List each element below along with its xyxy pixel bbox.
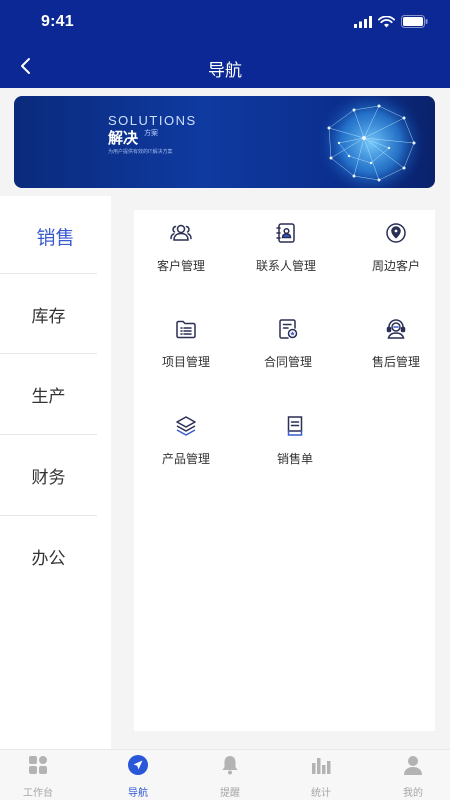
customers-icon <box>170 224 192 241</box>
grid-item-customer-management[interactable]: 客户管理 <box>131 215 231 285</box>
tab-reminders[interactable]: 提醒 <box>185 750 275 800</box>
tab-label: 统计 <box>311 788 331 799</box>
sidebar-item-finance[interactable]: 财务 <box>0 435 97 515</box>
banner-tagline: 为用户提供有效的IT解决方案 <box>108 149 173 155</box>
layers-icon <box>176 416 196 436</box>
grid-item-label: 销售单 <box>276 452 313 466</box>
contract-icon <box>279 319 298 339</box>
banner-sub-text: 方案 <box>144 130 158 137</box>
banner-title: SOLUTIONS <box>108 113 197 128</box>
grid-item-nearby-customers[interactable]: 周边客户 <box>346 215 446 285</box>
globe-network-icon <box>317 96 425 188</box>
sidebar-item-label: 财务 <box>31 467 66 487</box>
status-icons <box>354 15 428 28</box>
sidebar-item-inventory[interactable]: 库存 <box>0 274 97 354</box>
tab-profile[interactable]: 我的 <box>368 750 450 800</box>
grid-icon <box>29 756 47 774</box>
grid-item-label: 产品管理 <box>161 452 210 466</box>
grid-item-project-management[interactable]: 项目管理 <box>136 311 236 381</box>
tab-label: 我的 <box>403 788 423 799</box>
battery-icon <box>401 15 428 28</box>
tab-navigation[interactable]: 导航 <box>93 750 183 800</box>
sidebar-item-sales[interactable]: 销售 <box>0 196 111 276</box>
grid-item-label: 周边客户 <box>371 259 420 273</box>
status-time: 9:41 <box>41 13 74 30</box>
tab-label: 工作台 <box>23 788 53 799</box>
contacts-book-icon <box>276 223 295 243</box>
function-grid: 客户管理 联系人管理 周边客户 项目管理 合同管理 售后管理 产品管理 销售单 <box>134 210 435 731</box>
banner-main-text: 解决 <box>108 130 139 147</box>
category-sidebar: 销售 库存 生产 财务 办公 <box>0 196 111 749</box>
user-icon <box>404 756 422 775</box>
bottom-tab-bar: 工作台 导航 提醒 统计 我的 <box>0 749 450 800</box>
grid-item-label: 合同管理 <box>263 355 312 369</box>
bar-chart-icon <box>312 758 331 774</box>
grid-item-contract-management[interactable]: 合同管理 <box>238 311 338 381</box>
solutions-banner[interactable]: SOLUTIONS 解决 方案 为用户提供有效的IT解决方案 <box>14 96 435 188</box>
grid-item-sales-order[interactable]: 销售单 <box>245 408 345 478</box>
grid-item-product-management[interactable]: 产品管理 <box>136 408 236 478</box>
tab-statistics[interactable]: 统计 <box>276 750 366 800</box>
bell-icon <box>222 756 238 775</box>
grid-item-label: 客户管理 <box>156 259 205 273</box>
sidebar-item-label: 销售 <box>36 227 75 249</box>
grid-item-after-sales-management[interactable]: 售后管理 <box>346 311 446 381</box>
status-bar: 9:41 <box>0 0 450 44</box>
sidebar-item-office[interactable]: 办公 <box>0 516 97 596</box>
navigation-icon <box>128 755 148 775</box>
nav-bar: 导航 <box>0 44 450 88</box>
grid-item-label: 项目管理 <box>161 355 210 369</box>
sidebar-item-label: 办公 <box>31 548 66 568</box>
sidebar-item-label: 生产 <box>31 386 66 406</box>
signal-icon <box>354 15 372 28</box>
wifi-icon <box>378 15 395 27</box>
headset-icon <box>386 319 406 339</box>
location-icon <box>386 223 406 243</box>
grid-item-label: 售后管理 <box>371 355 420 369</box>
tab-label: 导航 <box>128 788 148 799</box>
page-title: 导航 <box>208 61 242 80</box>
project-list-icon <box>176 320 196 339</box>
grid-item-label: 联系人管理 <box>255 259 316 273</box>
sidebar-item-label: 库存 <box>31 306 66 326</box>
tab-label: 提醒 <box>220 788 240 799</box>
sales-order-icon <box>287 416 303 436</box>
tab-workbench[interactable]: 工作台 <box>0 750 83 800</box>
grid-item-contacts-management[interactable]: 联系人管理 <box>236 215 336 285</box>
sidebar-item-production[interactable]: 生产 <box>0 354 97 434</box>
